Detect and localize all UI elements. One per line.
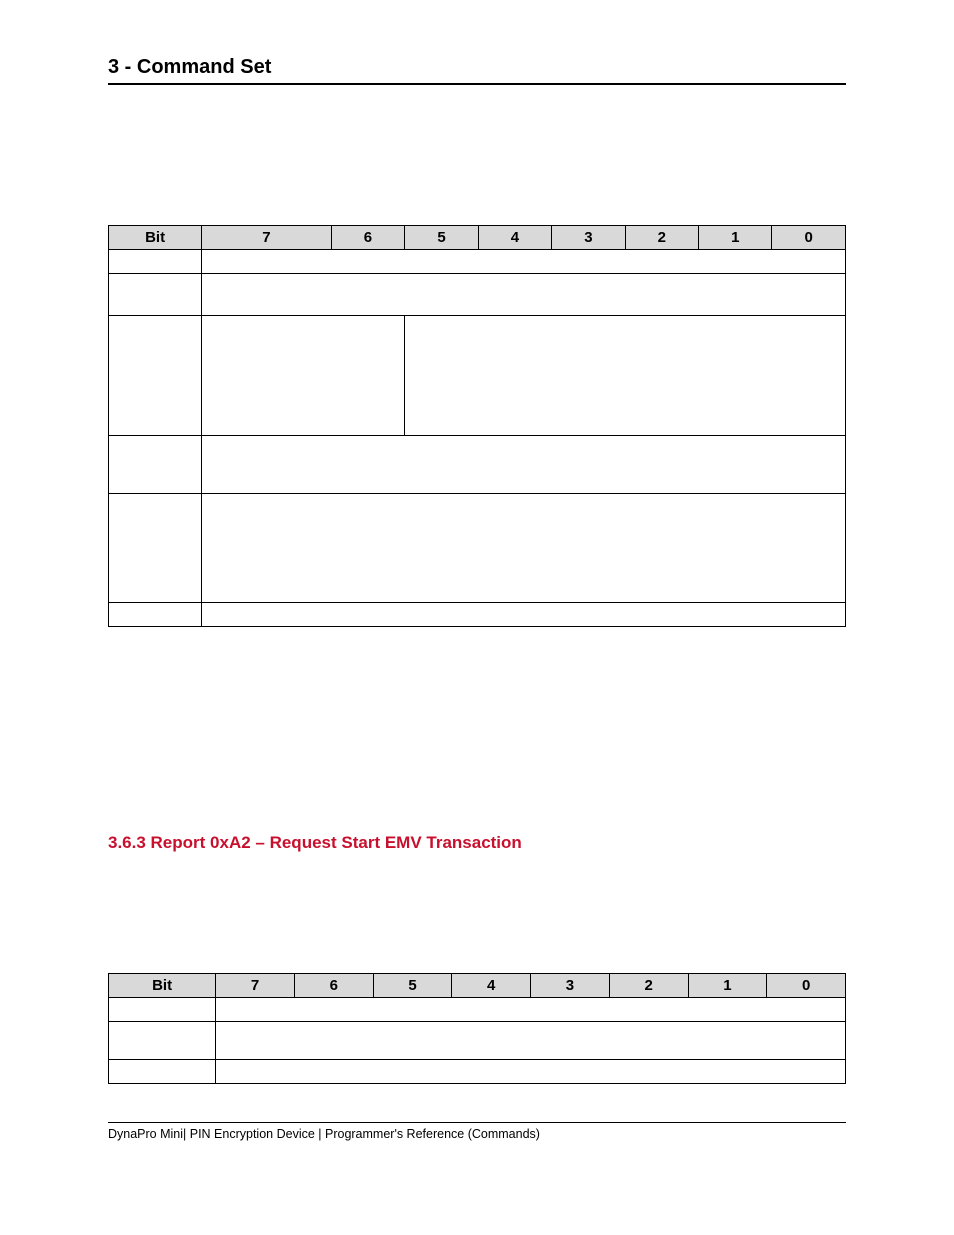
col-3: 3 [531,974,610,998]
cell-left: Byte 2 [109,316,202,436]
table-row: Byte 1 – [109,1022,846,1060]
table-row: Byte 1 Reserved [109,274,846,316]
cell-left: Byte 2 [109,1060,216,1084]
table-status-report: Bit 7 6 5 4 3 2 1 0 0 0xA1 Byte 1 Reserv… [108,225,846,627]
col-3: 3 [552,226,625,250]
cell-line: 1 = Not available because device is doin… [411,353,802,370]
col-bit: Bit [109,974,216,998]
cell-line: – [228,514,424,531]
table-row: Byte 3 Remaining number of EMV L2 config… [109,436,846,494]
col-6: 6 [294,974,373,998]
col-2: 2 [625,226,698,250]
cell-left: 0 [109,998,216,1022]
col-bit: Bit [109,226,202,250]
col-5: 5 [373,974,452,998]
cell-body: 0xA1 [202,250,846,274]
col-1: 1 [688,974,767,998]
table-row: Byte 4 EMV L2 configuration checksum sta… [109,494,846,603]
cell-body: Remaining number of EMV L2 configuration… [202,436,846,494]
table-row: Byte 2 – [109,1060,846,1084]
page-header: 3 - Command Set [108,56,846,79]
cell-left: Byte 3 [109,436,202,494]
cell-body: – [216,1060,846,1084]
cell-line: 0 = Available [411,336,496,353]
cell-body: Reserved [202,603,846,627]
col-7: 7 [202,226,331,250]
table-row: 0 0xA2 [109,998,846,1022]
col-5: 5 [405,226,478,250]
footer-text: DynaPro Mini| PIN Encryption Device | Pr… [108,1127,846,1141]
cell-left: Byte 5 [109,603,202,627]
col-1: 1 [699,226,772,250]
cell-left: Byte 4 [109,494,202,603]
cell-line: – – [228,548,428,565]
cell-line: – – [228,565,428,582]
section-heading: 3.6.3 Report 0xA2 – Request Start EMV Tr… [108,833,846,853]
table-row: Byte 5 Reserved [109,603,846,627]
col-0: 0 [772,226,846,250]
table-row: Bit 7 6 5 4 3 2 1 0 [109,974,846,998]
col-7: 7 [216,974,295,998]
cell-body: – [216,1022,846,1060]
cell-left: 0 [109,250,202,274]
cell-body-a: 0 = No EMV key [202,316,405,436]
cell-line: MSR / PIN / AMT functionality: [411,319,612,336]
col-0: 0 [767,974,846,998]
cell-body: Reserved [202,274,846,316]
paragraph: – – [108,645,846,807]
col-2: 2 [609,974,688,998]
cell-left: Byte 1 [109,1022,216,1060]
col-4: 4 [452,974,531,998]
cell-body: EMV L2 configuration checksum status: – … [202,494,846,603]
cell-body-b: MSR / PIN / AMT functionality: 0 = Avail… [405,316,846,436]
cell-left: Byte 1 [109,274,202,316]
table-row: Byte 2 0 = No EMV key MSR / PIN / AMT fu… [109,316,846,436]
cell-line: EMV L2 configuration checksum status: [208,497,471,514]
footer-rule [108,1122,846,1123]
table-request-start: Bit 7 6 5 4 3 2 1 0 0 0xA2 Byte 1 – [108,973,846,1084]
col-6: 6 [331,226,405,250]
cell-body: 0xA2 [216,998,846,1022]
table-row: 0 0xA1 [109,250,846,274]
cell-line: – – [228,531,411,548]
table-row: Bit 7 6 5 4 3 2 1 0 [109,226,846,250]
cell-line: – [228,582,341,599]
col-4: 4 [478,226,551,250]
